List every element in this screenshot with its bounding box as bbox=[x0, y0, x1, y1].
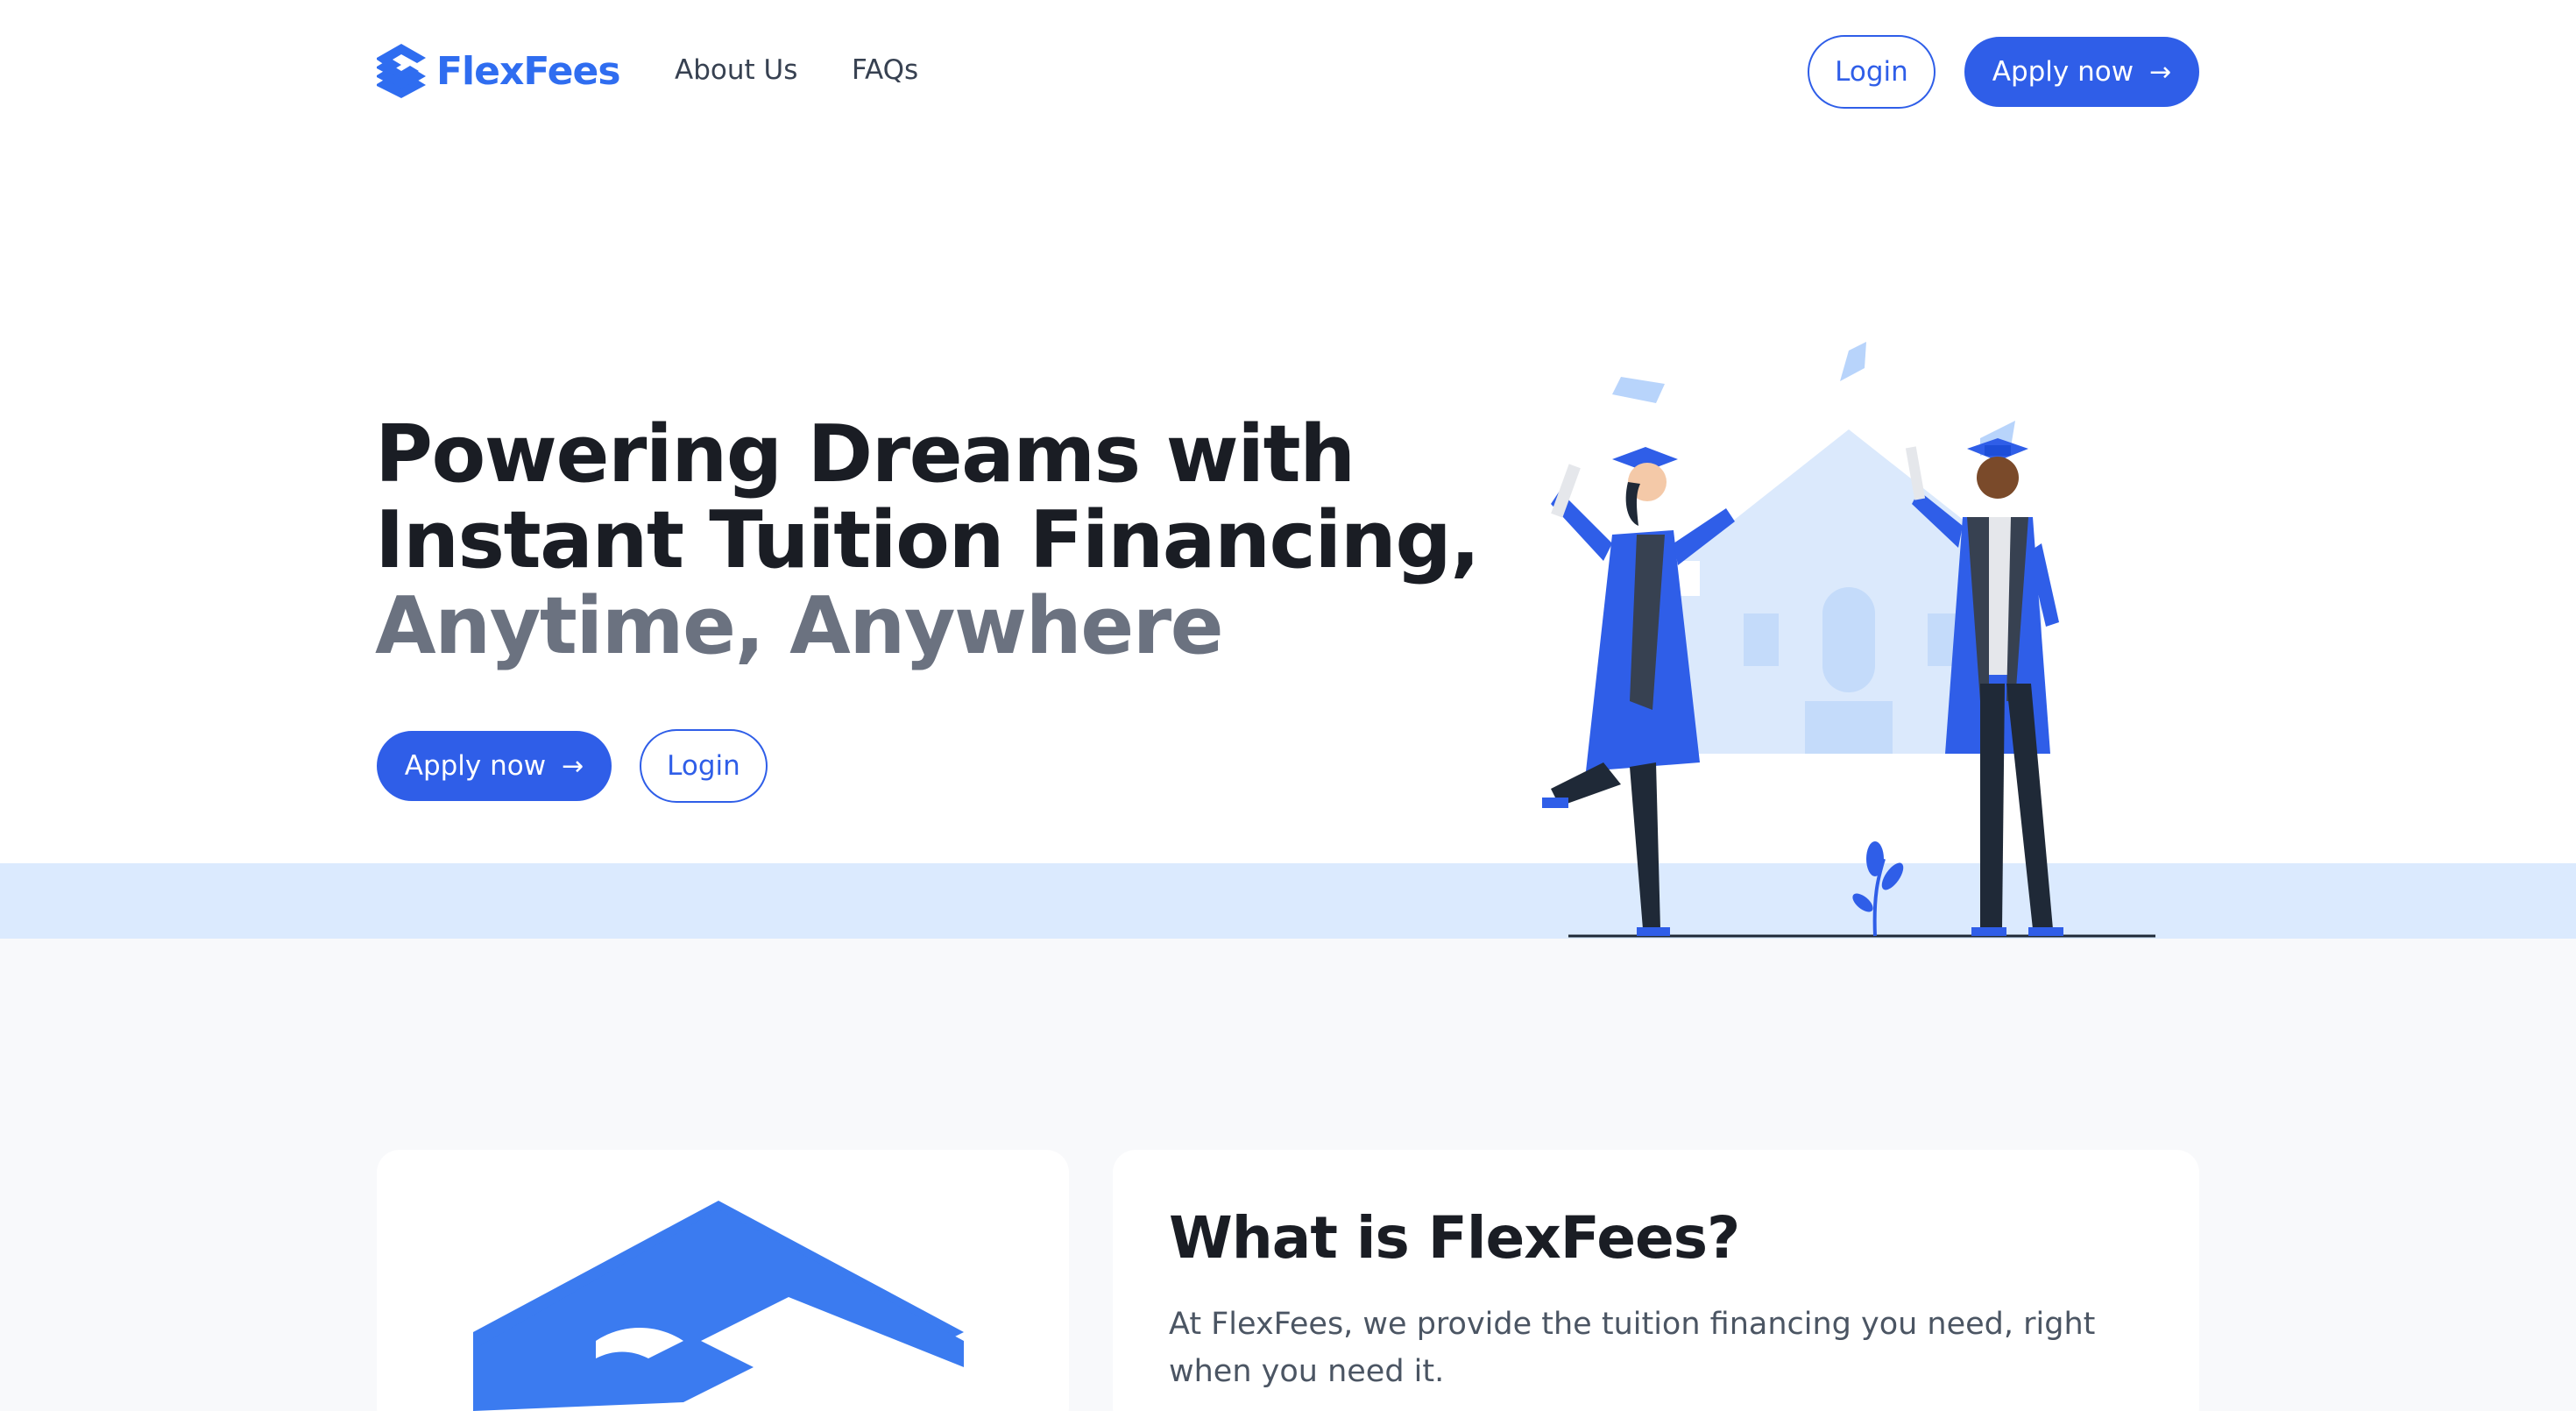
hero-apply-label: Apply now bbox=[404, 750, 547, 782]
header-login-label: Login bbox=[1835, 56, 1908, 88]
hero-headline-line2: Instant Tuition Financing, bbox=[375, 494, 1480, 586]
about-logo-card bbox=[377, 1150, 1069, 1411]
arrow-right-icon: → bbox=[2149, 56, 2172, 88]
hero-band bbox=[0, 863, 2576, 939]
hero-login-button[interactable]: Login bbox=[640, 729, 768, 803]
hero-headline: Powering Dreams with Instant Tuition Fin… bbox=[375, 408, 1480, 672]
hero-login-label: Login bbox=[667, 750, 740, 782]
header-apply-label: Apply now bbox=[1992, 56, 2134, 88]
graduates-illustration bbox=[1542, 342, 2155, 938]
header-login-button[interactable]: Login bbox=[1808, 35, 1936, 109]
flexfees-large-logo-icon bbox=[473, 1201, 964, 1411]
brand-name: FlexFees bbox=[436, 48, 621, 94]
arrow-right-icon: → bbox=[562, 750, 584, 782]
brand-logo[interactable]: FlexFees bbox=[375, 42, 621, 100]
hero-headline-line1: Powering Dreams with bbox=[375, 408, 1355, 500]
nav-faqs-link[interactable]: FAQs bbox=[852, 54, 918, 86]
nav-about-us-link[interactable]: About Us bbox=[675, 54, 797, 86]
flexfees-logo-icon bbox=[377, 44, 426, 98]
hero-apply-button[interactable]: Apply now → bbox=[377, 731, 612, 801]
about-card: What is FlexFees? At FlexFees, we provid… bbox=[1113, 1150, 2199, 1411]
about-description: At FlexFees, we provide the tuition fina… bbox=[1169, 1307, 2096, 1389]
header-apply-button[interactable]: Apply now → bbox=[1964, 37, 2199, 107]
about-title: What is FlexFees? bbox=[1169, 1204, 1740, 1272]
hero-headline-line3: Anytime, Anywhere bbox=[375, 580, 1224, 672]
site-header: FlexFees About Us FAQs Login Apply now → bbox=[0, 0, 2576, 144]
